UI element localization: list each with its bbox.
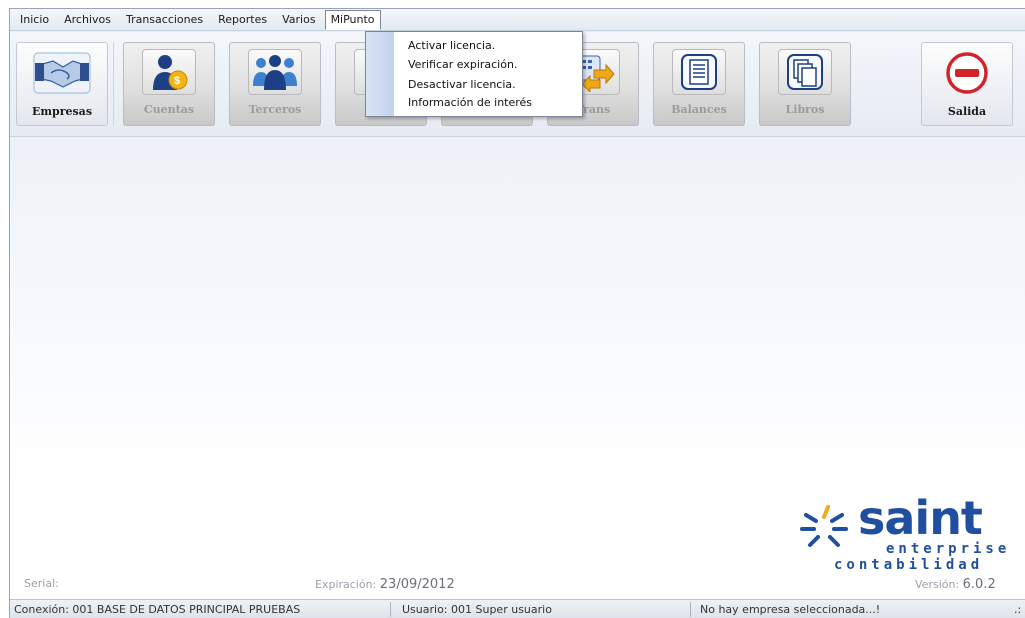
libros-button[interactable]: Libros	[759, 42, 851, 126]
status-divider	[390, 602, 391, 617]
handshake-icon	[32, 49, 92, 97]
desactivar-licencia-item[interactable]: Desactivar licencia.	[408, 78, 516, 92]
serial-label: Serial:	[24, 577, 59, 590]
expiration-info: Expiración: 23/09/2012	[315, 577, 455, 592]
toolbar-separator	[113, 42, 114, 126]
menu-reportes[interactable]: Reportes	[212, 10, 273, 30]
cuentas-button[interactable]: $ Cuentas	[123, 42, 215, 126]
libros-label: Libros	[785, 103, 825, 116]
logo-brand: saint	[858, 491, 983, 545]
menu-bar: Inicio Archivos Transacciones Reportes V…	[10, 9, 1025, 31]
salida-button[interactable]: Salida	[921, 42, 1013, 126]
expiration-label: Expiración:	[315, 578, 377, 591]
status-company: No hay empresa seleccionada...!	[700, 603, 881, 616]
menu-inicio[interactable]: Inicio	[14, 10, 55, 30]
status-divider	[690, 602, 691, 617]
saint-logo: saint enterprise contabilidad	[794, 491, 1024, 589]
dropdown-gutter	[366, 32, 394, 116]
empresas-button[interactable]: Empresas	[16, 42, 108, 126]
menu-mipunto[interactable]: MiPunto	[324, 9, 381, 30]
group-icon	[248, 49, 302, 95]
version-label: Versión:	[915, 578, 960, 591]
balances-button[interactable]: Balances	[653, 42, 745, 126]
empresas-label: Empresas	[31, 105, 93, 118]
exit-icon	[937, 49, 997, 97]
menu-transacciones[interactable]: Transacciones	[120, 10, 209, 30]
expiration-value: 23/09/2012	[379, 577, 455, 592]
balances-label: Balances	[671, 103, 727, 116]
cuentas-label: Cuentas	[143, 103, 195, 116]
menu-archivos[interactable]: Archivos	[58, 10, 117, 30]
informacion-interes-item[interactable]: Información de interés	[408, 96, 532, 110]
mipunto-dropdown: Activar licencia. Verificar expiración. …	[365, 31, 583, 117]
app-window: Inicio Archivos Transacciones Reportes V…	[9, 8, 1025, 618]
menu-varios[interactable]: Varios	[276, 10, 321, 30]
verificar-expiracion-item[interactable]: Verificar expiración.	[408, 58, 517, 72]
books-icon	[778, 49, 832, 95]
svg-text:$: $	[174, 75, 180, 87]
terceros-label: Terceros	[248, 103, 302, 116]
logo-line2: contabilidad	[834, 557, 984, 573]
logo-line1: enterprise	[886, 541, 1011, 557]
version-value: 6.0.2	[962, 577, 996, 592]
terceros-button[interactable]: Terceros	[229, 42, 321, 126]
user-coin-icon: $	[142, 49, 196, 95]
status-bar: Conexión: 001 BASE DE DATOS PRINCIPAL PR…	[10, 599, 1025, 618]
status-user: Usuario: 001 Super usuario	[402, 603, 552, 616]
status-connection: Conexión: 001 BASE DE DATOS PRINCIPAL PR…	[14, 603, 301, 616]
document-icon	[672, 49, 726, 95]
activar-licencia-item[interactable]: Activar licencia.	[408, 39, 495, 53]
star-burst-icon	[800, 505, 848, 547]
salida-label: Salida	[947, 105, 987, 118]
resize-grip[interactable]: .:	[1014, 603, 1021, 616]
version-info: Versión: 6.0.2	[915, 577, 996, 592]
